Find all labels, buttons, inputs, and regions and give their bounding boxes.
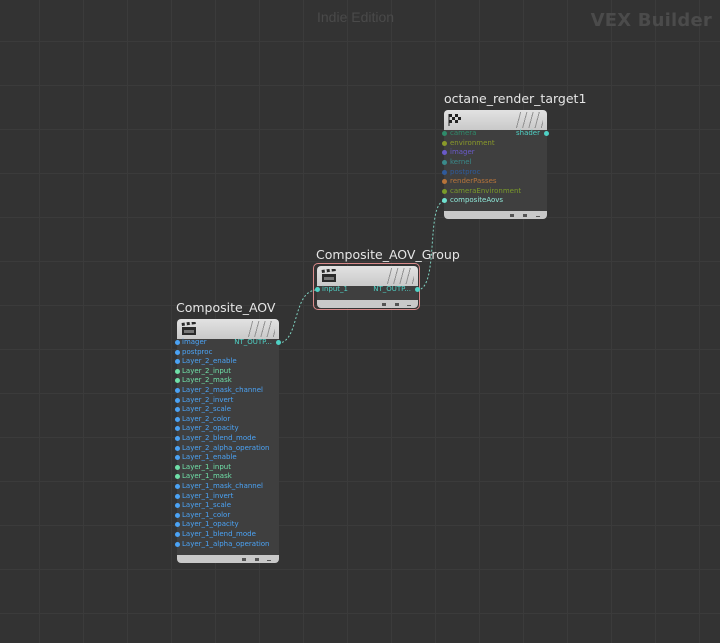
input-port-dot[interactable]	[175, 532, 180, 537]
input-label: Layer_1_mask	[182, 472, 232, 481]
input-port-dot[interactable]	[175, 416, 180, 422]
node-header[interactable]	[317, 266, 418, 286]
node-footer	[444, 211, 547, 219]
input-label: Layer_1_blend_mode	[182, 530, 256, 538]
input-port-dot[interactable]	[175, 436, 180, 441]
input-label-kernel: kernel	[450, 158, 472, 166]
input-port-row[interactable]: Layer_1_alpha_operation	[175, 539, 279, 550]
input-label: Layer_1_input	[182, 462, 231, 471]
input-label-imager: imager	[450, 148, 475, 156]
input-label-camera: camera	[450, 129, 477, 137]
input-label-renderpasses: renderPasses	[450, 177, 497, 185]
node-title-group[interactable]: Composite_AOV_Group	[316, 247, 460, 262]
output-label: NT_OUTP...	[234, 338, 272, 346]
input-port-dot[interactable]	[442, 150, 447, 155]
node-header[interactable]	[444, 110, 547, 130]
node-composite-aov-group[interactable]: input_1 NT_OUTP...	[315, 266, 420, 308]
input-label: Layer_1_opacity	[182, 520, 239, 529]
footer-button[interactable]	[267, 560, 271, 561]
node-footer	[177, 555, 279, 563]
input-label: Layer_2_alpha_operation	[182, 443, 270, 452]
input-port-dot[interactable]	[442, 160, 447, 165]
input-port-dot[interactable]	[175, 464, 180, 470]
input-port-dot[interactable]	[175, 368, 180, 374]
input-port-dot[interactable]	[175, 378, 180, 384]
input-label: Layer_1_enable	[182, 453, 237, 462]
node-title-aov[interactable]: Composite_AOV	[176, 300, 275, 315]
footer-button[interactable]	[242, 558, 246, 561]
node-flags-icon[interactable]	[247, 321, 275, 337]
edition-watermark: Indie Edition	[317, 9, 395, 25]
input-port-dot[interactable]	[175, 426, 180, 432]
wire-group-to-octane	[416, 200, 446, 291]
input-label: Layer_1_color	[182, 510, 231, 519]
clapperboard-icon	[321, 269, 336, 282]
input-port-dot[interactable]	[175, 359, 180, 365]
input-label: Layer_1_scale	[182, 501, 232, 510]
input-label: Layer_2_invert	[182, 395, 234, 404]
input-label: Layer_1_alpha_operation	[182, 539, 270, 548]
clapperboard-icon	[181, 322, 196, 335]
input-port-dot[interactable]	[175, 397, 180, 403]
input-port-dot[interactable]	[175, 503, 180, 509]
input-label-input1: input_1	[322, 285, 348, 293]
footer-button[interactable]	[395, 303, 399, 306]
footer-button[interactable]	[510, 214, 514, 217]
input-label: Layer_2_opacity	[182, 424, 239, 433]
footer-button[interactable]	[382, 303, 386, 306]
node-flags-icon[interactable]	[515, 112, 543, 128]
footer-button[interactable]	[407, 305, 411, 306]
input-port-dot[interactable]	[442, 179, 447, 184]
input-label: Layer_1_mask_channel	[182, 482, 263, 490]
input-label: Layer_2_scale	[182, 405, 232, 414]
node-composite-aov[interactable]: imager postproc Layer_2_enable Layer_2_inpu…	[175, 319, 281, 563]
input-label: Layer_2_color	[182, 414, 231, 423]
input-label: Layer_2_input	[182, 366, 231, 375]
context-title: VEX Builder	[590, 10, 712, 31]
input-label: postproc	[182, 347, 213, 356]
input-port-dot[interactable]	[442, 198, 447, 203]
input-port-dot[interactable]	[175, 407, 180, 413]
input-port-dot[interactable]	[175, 493, 180, 499]
input-label-compositeaovs: compositeAovs	[450, 196, 504, 204]
input-label: Layer_2_mask	[182, 376, 232, 385]
input-port-dot[interactable]	[175, 541, 180, 547]
output-label: NT_OUTP...	[373, 285, 411, 293]
input-port-dot[interactable]	[175, 512, 180, 518]
input-port-dot[interactable]	[175, 474, 180, 480]
input-port-dot[interactable]	[175, 445, 180, 451]
output-port-dot[interactable]	[276, 340, 281, 345]
footer-button[interactable]	[536, 216, 540, 217]
node-title-octane[interactable]: octane_render_target1	[444, 91, 586, 106]
node-flags-icon[interactable]	[386, 268, 414, 284]
checkered-flag-icon	[448, 114, 461, 126]
output-port-dot[interactable]	[415, 287, 420, 292]
wire-aov-to-group	[277, 289, 318, 344]
input-port-dot[interactable]	[175, 455, 180, 461]
input-label: Layer_1_invert	[182, 491, 234, 500]
input-label: Layer_2_mask_channel	[182, 386, 263, 394]
input-port-dot[interactable]	[442, 131, 447, 136]
input-port-dot[interactable]	[315, 287, 320, 292]
input-port-dot[interactable]	[175, 349, 180, 355]
node-octane-render-target[interactable]: camera shader environment imager kernel …	[442, 110, 549, 219]
input-port-dot[interactable]	[442, 189, 447, 194]
node-footer	[317, 300, 418, 308]
input-port-dot[interactable]	[175, 522, 180, 528]
input-label: Layer_2_enable	[182, 357, 237, 366]
connection-wires	[277, 200, 446, 344]
input-label: Layer_2_blend_mode	[182, 434, 256, 442]
node-header[interactable]	[177, 319, 279, 339]
output-port-dot[interactable]	[544, 131, 549, 136]
input-port-dot[interactable]	[175, 484, 180, 489]
input-port-dot[interactable]	[442, 170, 447, 175]
footer-button[interactable]	[255, 558, 259, 561]
output-label-shader: shader	[515, 129, 540, 137]
footer-button[interactable]	[523, 214, 527, 217]
input-port-dot[interactable]	[175, 388, 180, 393]
input-port-dot[interactable]	[442, 141, 447, 146]
